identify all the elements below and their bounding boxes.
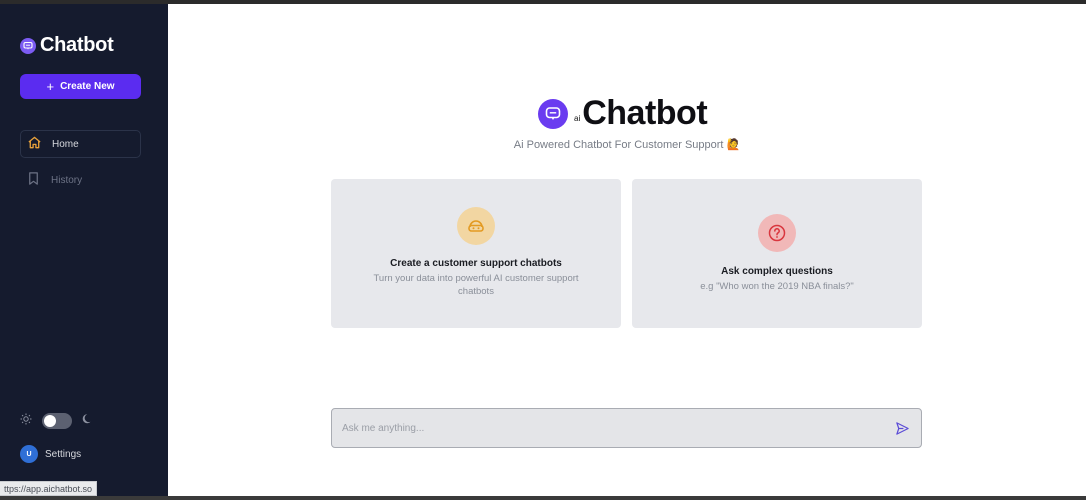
chat-input-box [331, 408, 922, 448]
headset-icon [457, 207, 495, 245]
main-content: ai Chatbot Ai Powered Chatbot For Custom… [168, 4, 1086, 496]
status-bar-url: ttps://app.aichatbot.so [0, 481, 98, 496]
sun-icon [20, 412, 32, 430]
plus-icon: + [46, 79, 55, 94]
chat-logo-icon [538, 98, 568, 129]
send-icon[interactable] [893, 419, 911, 437]
sidebar-item-home[interactable]: Home [20, 130, 141, 158]
home-icon [27, 135, 42, 153]
hero-title: Chatbot [582, 94, 708, 132]
sidebar: Chatbot + Create New Home History U Sett… [0, 4, 168, 496]
app-window: Chatbot + Create New Home History U Sett… [0, 4, 1086, 496]
suggestion-card-chatbots[interactable]: Create a customer support chatbots Turn … [331, 179, 621, 328]
window-bottom-edge [0, 496, 1086, 500]
ai-tag: ai [574, 114, 581, 123]
sidebar-item-label: Home [52, 138, 79, 150]
avatar: U [20, 445, 38, 463]
card-description: e.g "Who won the 2019 NBA finals?" [700, 281, 854, 292]
create-new-button[interactable]: + Create New [20, 74, 141, 99]
hero-logo: ai Chatbot [538, 94, 708, 133]
card-title: Ask complex questions [721, 266, 833, 277]
theme-switcher [20, 412, 94, 430]
sidebar-item-history[interactable]: History [20, 166, 141, 194]
suggestion-card-questions[interactable]: Ask complex questions e.g "Who won the 2… [632, 179, 922, 328]
theme-toggle[interactable] [42, 413, 72, 429]
settings-item[interactable]: U Settings [20, 445, 81, 463]
brand-name: Chatbot [40, 34, 114, 56]
moon-icon [82, 412, 94, 430]
bookmark-icon [26, 171, 41, 189]
card-title: Create a customer support chatbots [390, 258, 562, 269]
toggle-knob [44, 415, 56, 427]
sidebar-brand[interactable]: Chatbot [20, 34, 114, 57]
card-description: Turn your data into powerful AI customer… [373, 273, 579, 297]
chat-logo-icon [20, 37, 36, 54]
tagline: Ai Powered Chatbot For Customer Support … [513, 139, 741, 151]
chat-input[interactable] [342, 422, 893, 434]
settings-label: Settings [45, 448, 82, 460]
create-new-label: Create New [60, 81, 115, 92]
question-icon [758, 214, 796, 252]
sidebar-item-label: History [51, 174, 83, 186]
